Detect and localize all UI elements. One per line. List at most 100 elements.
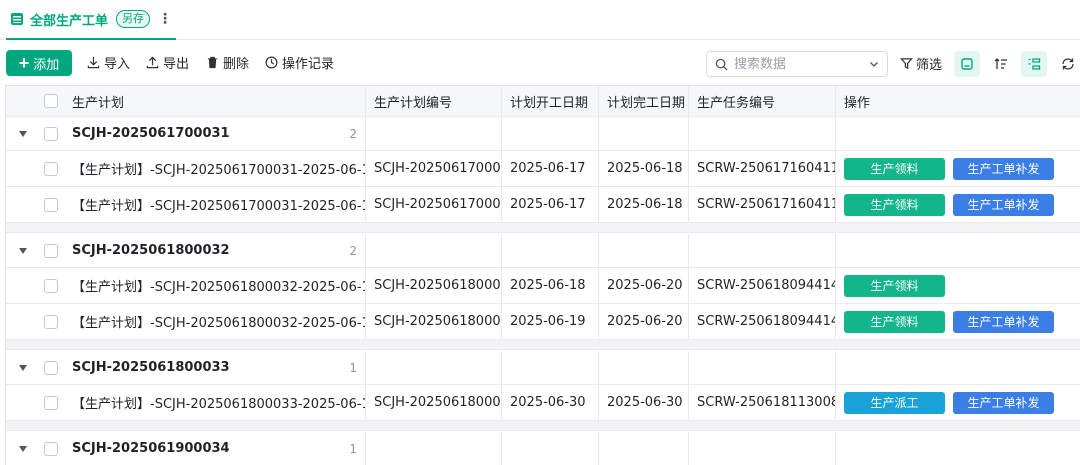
row-checkbox[interactable] xyxy=(44,314,58,329)
column-header-plan-code[interactable]: 生产计划编号 xyxy=(366,86,502,116)
row-checkbox[interactable] xyxy=(44,278,58,293)
row-checkbox[interactable] xyxy=(44,161,58,176)
row-spacer xyxy=(6,385,40,420)
group-checkbox[interactable] xyxy=(44,441,58,456)
group-view-button[interactable] xyxy=(1021,51,1047,77)
view-tab-bar: 全部生产工单 另存 ⋮ xyxy=(0,0,1080,40)
order-reissue-button[interactable]: 生产工单补发 xyxy=(953,157,1054,180)
caret-down-icon[interactable] xyxy=(19,247,27,254)
row-checkbox-cell xyxy=(40,187,68,222)
order-reissue-button[interactable]: 生产工单补发 xyxy=(953,193,1054,216)
select-all-checkbox[interactable] xyxy=(44,94,58,108)
row-spacer xyxy=(6,304,40,339)
group-toggle[interactable] xyxy=(6,351,40,384)
start-date-cell: 2025-06-30 xyxy=(502,385,599,420)
save-as-badge[interactable]: 另存 xyxy=(116,10,151,28)
search-input[interactable] xyxy=(734,56,854,72)
dispatch-button[interactable]: 生产派工 xyxy=(844,391,945,414)
empty-cell xyxy=(502,234,599,267)
empty-cell xyxy=(366,432,502,465)
group-checkbox-cell xyxy=(40,117,68,150)
refresh-icon xyxy=(1062,58,1074,70)
data-table: 生产计划 生产计划编号 计划开工日期 计划完工日期 生产任务编号 操作 SCJH… xyxy=(5,85,1080,465)
row-spacer xyxy=(6,187,40,222)
empty-cell xyxy=(599,432,689,465)
start-date-cell: 2025-06-17 xyxy=(502,187,599,222)
end-date-cell: 2025-06-18 xyxy=(599,187,689,222)
plan-cell[interactable]: 【生产计划】-SCJH-2025061800032-2025-06-18 xyxy=(68,304,366,339)
operation-log-label: 操作记录 xyxy=(282,57,335,72)
more-icon[interactable]: ⋮ xyxy=(158,11,172,27)
table-row[interactable]: 【生产计划】-SCJH-2025061700031-2025-06-17 SCJ… xyxy=(6,187,1080,223)
table-row[interactable]: 【生产计划】-SCJH-2025061800032-2025-06-18 SCJ… xyxy=(6,304,1080,340)
group-row[interactable]: SCJH-2025061800032 2 xyxy=(6,234,1080,268)
card-view-button[interactable] xyxy=(954,51,980,77)
export-button[interactable]: 导出 xyxy=(146,53,189,72)
sort-icon xyxy=(994,58,1007,69)
refresh-button[interactable] xyxy=(1055,51,1080,77)
column-header-task-code[interactable]: 生产任务编号 xyxy=(689,86,836,116)
tab-all-orders[interactable]: 全部生产工单 另存 ⋮ xyxy=(6,0,177,40)
operation-log-button[interactable]: 操作记录 xyxy=(265,53,334,72)
group-title-cell: SCJH-2025061800032 2 xyxy=(68,234,366,267)
caret-down-icon[interactable] xyxy=(19,130,27,137)
filter-button[interactable]: 筛选 xyxy=(900,54,942,73)
delete-button[interactable]: 删除 xyxy=(206,53,249,72)
export-label: 导出 xyxy=(163,57,190,72)
plan-cell[interactable]: 【生产计划】-SCJH-2025061800032-2025-06-18 xyxy=(68,268,366,303)
column-header-start-date[interactable]: 计划开工日期 xyxy=(502,86,599,116)
empty-cell xyxy=(836,117,1080,150)
end-date-cell: 2025-06-20 xyxy=(599,268,689,303)
empty-cell xyxy=(836,432,1080,465)
group-checkbox[interactable] xyxy=(44,126,58,141)
import-button[interactable]: 导入 xyxy=(87,53,130,72)
column-header-end-date[interactable]: 计划完工日期 xyxy=(599,86,689,116)
plan-cell[interactable]: 【生产计划】-SCJH-2025061800033-2025-06-18 xyxy=(68,385,366,420)
order-reissue-button[interactable]: 生产工单补发 xyxy=(953,391,1054,414)
empty-cell xyxy=(689,117,836,150)
group-toggle[interactable] xyxy=(6,117,40,150)
group-toggle[interactable] xyxy=(6,234,40,267)
toolbar: + 添加 导入 导出 删除 操作记录 筛选 xyxy=(0,48,1080,80)
group-row[interactable]: SCJH-2025061800033 1 xyxy=(6,351,1080,385)
material-requisition-button[interactable]: 生产领料 xyxy=(844,193,945,216)
group-checkbox-cell xyxy=(40,234,68,267)
chevron-down-icon[interactable] xyxy=(869,59,879,69)
group-row[interactable]: SCJH-2025061900034 1 xyxy=(6,432,1080,465)
plan-code-cell: SCJH-2025061800032 xyxy=(366,304,502,339)
group-checkbox[interactable] xyxy=(44,360,58,375)
table-row[interactable]: 【生产计划】-SCJH-2025061800033-2025-06-18 SCJ… xyxy=(6,385,1080,421)
caret-down-icon[interactable] xyxy=(19,364,27,371)
row-checkbox[interactable] xyxy=(44,395,58,410)
sort-button[interactable] xyxy=(988,51,1014,77)
group-separator xyxy=(6,340,1080,350)
material-requisition-button[interactable]: 生产领料 xyxy=(844,310,945,333)
material-requisition-button[interactable]: 生产领料 xyxy=(844,274,945,297)
search-box[interactable] xyxy=(706,51,888,77)
end-date-cell: 2025-06-20 xyxy=(599,304,689,339)
plan-code-cell: SCJH-2025061700031 xyxy=(366,151,502,186)
material-requisition-button[interactable]: 生产领料 xyxy=(844,157,945,180)
end-date-cell: 2025-06-18 xyxy=(599,151,689,186)
group-list-icon xyxy=(1028,58,1041,70)
group-count: 1 xyxy=(349,441,357,456)
order-reissue-button[interactable]: 生产工单补发 xyxy=(953,310,1054,333)
plan-cell[interactable]: 【生产计划】-SCJH-2025061700031-2025-06-17 xyxy=(68,187,366,222)
end-date-cell: 2025-06-30 xyxy=(599,385,689,420)
plan-cell[interactable]: 【生产计划】-SCJH-2025061700031-2025-06-17 xyxy=(68,151,366,186)
column-header-plan[interactable]: 生产计划 xyxy=(68,86,366,116)
add-button[interactable]: + 添加 xyxy=(6,50,72,76)
group-row[interactable]: SCJH-2025061700031 2 xyxy=(6,117,1080,151)
group-count: 2 xyxy=(349,243,357,258)
row-checkbox-cell xyxy=(40,151,68,186)
task-code-cell: SCRW-25061716041198 xyxy=(689,151,836,186)
caret-down-icon[interactable] xyxy=(19,445,27,452)
group-toggle[interactable] xyxy=(6,432,40,465)
filter-label: 筛选 xyxy=(916,58,943,73)
table-row[interactable]: 【生产计划】-SCJH-2025061700031-2025-06-17 SCJ… xyxy=(6,151,1080,187)
row-checkbox[interactable] xyxy=(44,197,58,212)
empty-cell xyxy=(599,117,689,150)
delete-label: 删除 xyxy=(223,57,250,72)
group-checkbox[interactable] xyxy=(44,243,58,258)
table-row[interactable]: 【生产计划】-SCJH-2025061800032-2025-06-18 SCJ… xyxy=(6,268,1080,304)
